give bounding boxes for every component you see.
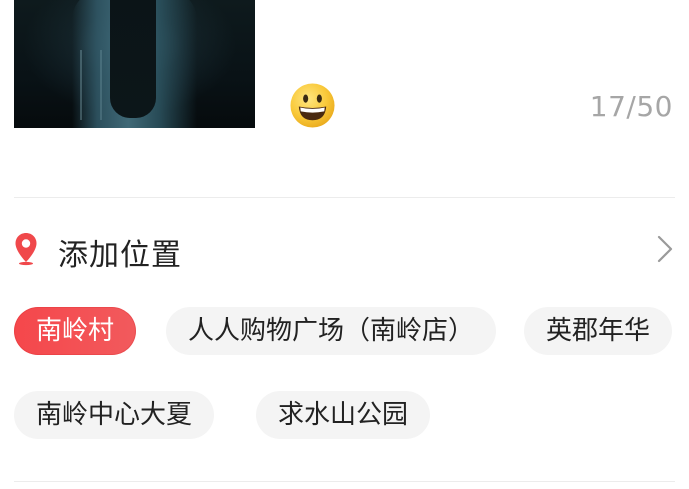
char-counter: 17/50 (589, 90, 673, 123)
photo-subject (72, 0, 197, 128)
location-suggestion-chip[interactable]: 南岭村 (14, 307, 137, 355)
divider (14, 197, 675, 198)
location-pin-icon (15, 233, 37, 266)
location-suggestion-chip[interactable]: 求水山公园 (256, 391, 431, 439)
grinning-face-emoji-icon[interactable] (289, 82, 336, 129)
location-suggestion-chip[interactable]: 英郡年华 (524, 307, 673, 355)
add-location-label: 添加位置 (58, 238, 182, 273)
add-location-row[interactable]: 添加位置 (0, 220, 689, 278)
chevron-right-icon (657, 235, 673, 263)
location-suggestion-chip[interactable]: 人人购物广场（南岭店） (166, 307, 497, 355)
post-editor-page: 17/50 添加位置 南岭村 人人购物广场（南岭店） 英郡年华 南岭中心大夏 求… (0, 0, 689, 489)
uploaded-photo[interactable] (14, 0, 255, 128)
divider (14, 481, 675, 482)
location-suggestion-chip[interactable]: 南岭中心大夏 (14, 391, 215, 439)
